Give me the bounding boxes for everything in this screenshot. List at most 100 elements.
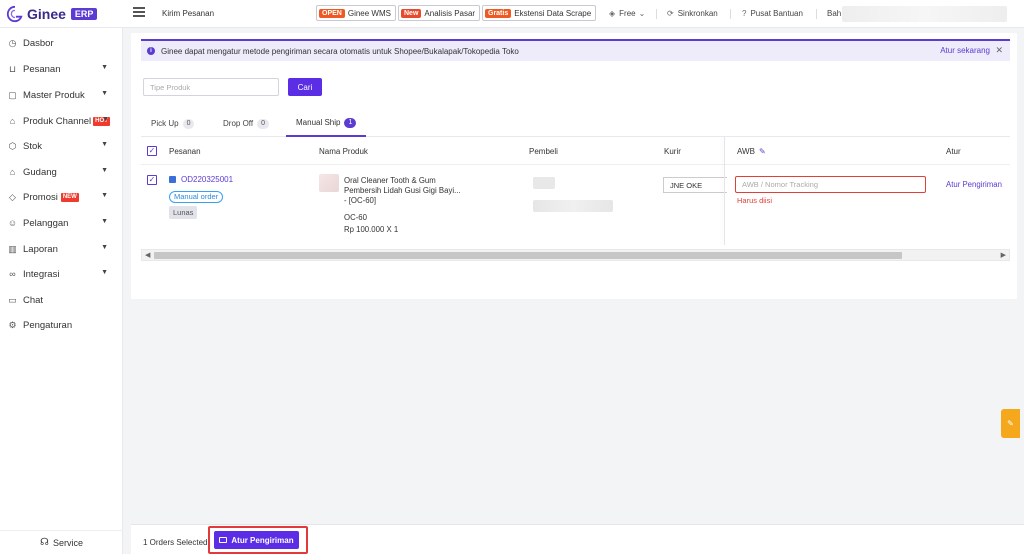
courier-select[interactable]: JNE OKE <box>663 177 727 193</box>
sidebar-item-pengaturan[interactable]: ⚙ Pengaturan <box>0 314 123 336</box>
plan-label: Free <box>619 9 636 18</box>
sidebar-item-laporan[interactable]: ▥ Laporan ▼ <box>0 238 123 260</box>
col-header-product: Nama Produk <box>319 147 368 156</box>
sidebar: ◷ Dasbor ⊔ Pesanan ▼ ▢ Master Produk ▼ ⌂… <box>0 28 123 554</box>
sidebar-item-chat[interactable]: ▭ Chat <box>0 289 123 311</box>
sync-button[interactable]: ⟳ Sinkronkan <box>667 9 718 18</box>
sidebar-item-promosi[interactable]: ◇ Promosi NEW ▼ <box>0 186 123 208</box>
col-header-courier: Kurir <box>664 147 681 156</box>
redacted-buyer-name <box>533 177 555 189</box>
sidebar-item-stok[interactable]: ⬡ Stok ▼ <box>0 135 123 157</box>
chevron-down-icon: ▼ <box>101 90 108 97</box>
sidebar-item-label: Laporan <box>23 243 58 255</box>
tab-count: 0 <box>182 118 195 129</box>
divider <box>816 9 817 19</box>
sidebar-item-master-produk[interactable]: ▢ Master Produk ▼ <box>0 84 123 106</box>
product-sku: OC-60 <box>344 213 367 222</box>
service-button[interactable]: ☊ Service <box>0 530 123 554</box>
content-panel: i Ginee dapat mengatur metode pengiriman… <box>131 33 1017 299</box>
scroll-left-icon[interactable]: ◀ <box>145 251 150 259</box>
chevron-down-icon: ▼ <box>102 116 109 123</box>
horizontal-scrollbar[interactable]: ◀ ▶ <box>141 249 1010 261</box>
product-thumbnail <box>319 174 339 192</box>
scroll-right-icon[interactable]: ▶ <box>1001 251 1006 259</box>
report-icon: ▥ <box>8 243 17 254</box>
alert-action-link[interactable]: Atur sekarang <box>940 46 990 55</box>
bulk-set-shipping-label: Atur Pengiriman <box>231 535 294 545</box>
help-label: Pusat Bantuan <box>750 9 803 18</box>
select-all-checkbox[interactable]: ✓ <box>147 146 157 156</box>
chevron-down-icon: ⌄ <box>638 9 646 18</box>
selected-count: 1 Orders Selected <box>143 538 208 547</box>
search-button[interactable]: Cari <box>288 78 322 96</box>
sidebar-item-integrasi[interactable]: ∞ Integrasi ▼ <box>0 263 123 285</box>
sidebar-item-pesanan[interactable]: ⊔ Pesanan ▼ <box>0 58 123 80</box>
tab-count: 0 <box>257 118 269 129</box>
new-badge: NEW <box>60 192 79 202</box>
scrollbar-thumb[interactable] <box>154 252 902 259</box>
sidebar-item-dasbor[interactable]: ◷ Dasbor <box>0 32 123 54</box>
market-analysis-label: Analisis Pasar <box>424 8 476 18</box>
scrape-extension-chip[interactable]: Gratis Ekstensi Data Scrape <box>482 5 597 21</box>
close-icon[interactable]: ✕ <box>995 45 1003 56</box>
truck-icon <box>219 537 228 543</box>
headset-icon: ☊ <box>40 537 49 548</box>
service-label: Service <box>52 537 83 548</box>
bulk-action-bar: 1 Orders Selected Atur Pengiriman <box>131 524 1024 554</box>
set-shipping-link[interactable]: Atur Pengiriman <box>946 180 1002 189</box>
support-widget[interactable]: ✎ <box>1001 409 1020 438</box>
col-header-buyer: Pembeli <box>529 147 558 156</box>
language-label: Bah <box>827 9 842 18</box>
awb-tracking-input[interactable] <box>735 176 926 193</box>
sidebar-item-label: Chat <box>23 294 44 306</box>
awb-error-message: Harus diisi <box>737 196 773 205</box>
bulk-set-shipping-button[interactable]: Atur Pengiriman <box>214 531 299 549</box>
wms-label: Ginee WMS <box>347 8 391 18</box>
sidebar-item-pelanggan[interactable]: ☺ Pelanggan ▼ <box>0 212 123 234</box>
brand-name: Ginee <box>27 6 66 22</box>
payment-status-badge: Lunas <box>169 206 198 219</box>
order-id: OD220325001 <box>181 175 234 184</box>
cart-icon: ⊔ <box>8 63 17 74</box>
users-icon: ☺ <box>7 218 18 228</box>
product-variant: - [OC-60] <box>344 196 377 205</box>
tag-icon: ⌂ <box>9 116 16 126</box>
product-meta: OC-60 Rp 100.000 X 1 <box>344 212 398 236</box>
sidebar-item-label: Promosi <box>23 191 58 203</box>
brand-badge: ERP <box>70 8 98 20</box>
table-row: ✓ OD220325001 Manual order Lunas Oral Cl… <box>141 165 1010 245</box>
box-icon: ▢ <box>8 89 17 100</box>
sidebar-item-label: Pelanggan <box>23 217 69 229</box>
tab-pick-up[interactable]: Pick Up 0 <box>151 110 195 137</box>
tab-manual-ship[interactable]: Manual Ship 1 <box>286 110 367 137</box>
sidebar-item-produk-channel[interactable]: ⌂ Produk Channel HOT ▼ <box>0 110 123 132</box>
sidebar-item-label: Pesanan <box>23 63 61 75</box>
wms-chip[interactable]: OPEN Ginee WMS <box>316 5 396 21</box>
order-id-link[interactable]: OD220325001 <box>169 175 233 184</box>
tab-drop-off[interactable]: Drop Off 0 <box>223 110 269 137</box>
info-icon: i <box>147 47 155 55</box>
tab-count: 1 <box>344 117 357 128</box>
col-header-awb: AWB <box>737 147 755 156</box>
tab-label: Manual Ship <box>296 118 341 127</box>
ginee-logo-icon <box>6 5 23 23</box>
sidebar-item-gudang[interactable]: ⌂ Gudang ▼ <box>0 161 123 183</box>
product-type-search-input[interactable] <box>143 78 279 96</box>
edit-awb-icon[interactable]: ✎ <box>759 147 766 156</box>
plan-dropdown[interactable]: ◈ Free ⌄ <box>609 9 645 18</box>
lightbulb-icon: ✎ <box>1007 419 1014 428</box>
gear-icon: ⚙ <box>8 319 17 330</box>
shipping-method-tabs: Pick Up 0 Drop Off 0 Manual Ship 1 <box>141 110 1010 137</box>
help-center-link[interactable]: ? Pusat Bantuan <box>742 9 803 18</box>
diamond-icon: ◈ <box>609 9 616 18</box>
market-analysis-chip[interactable]: New Analisis Pasar <box>398 5 481 21</box>
divider <box>730 9 731 19</box>
col-header-order: Pesanan <box>169 147 201 156</box>
brand-logo[interactable]: Ginee ERP <box>6 5 98 23</box>
product-price-qty: Rp 100.000 X 1 <box>344 225 399 234</box>
row-checkbox[interactable]: ✓ <box>147 175 157 185</box>
table-header: ✓ Pesanan Nama Produk Pembeli Kurir AWB … <box>141 137 1010 165</box>
promo-icon: ◇ <box>9 191 16 202</box>
menu-toggle-icon[interactable] <box>133 7 145 19</box>
language-selector[interactable]: Bah <box>827 9 841 18</box>
